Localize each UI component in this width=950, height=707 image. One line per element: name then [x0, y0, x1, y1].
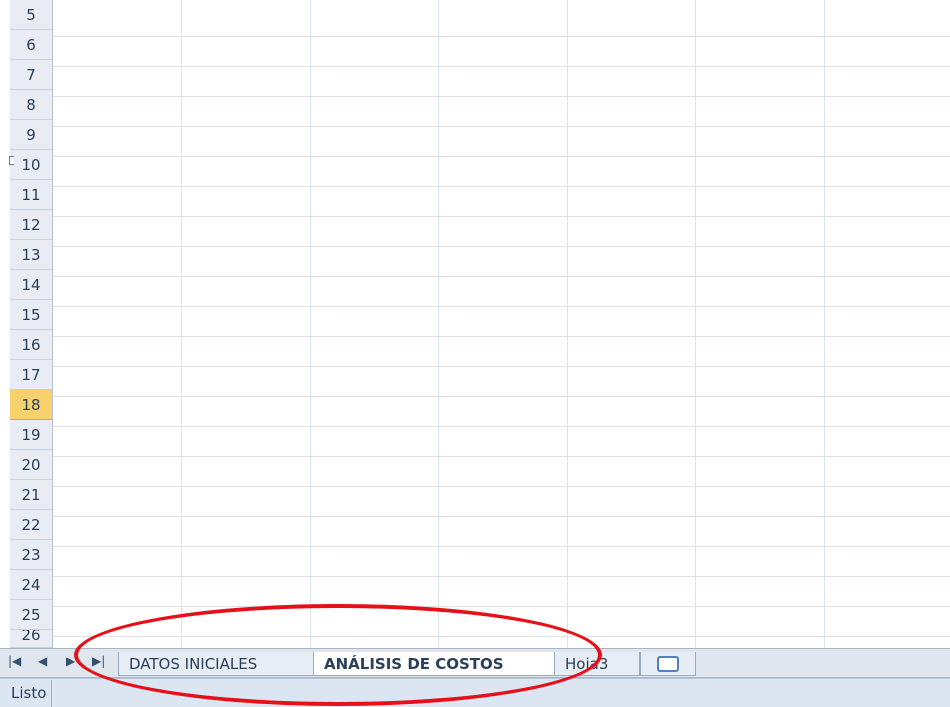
row-header-19[interactable]: 19	[10, 420, 52, 450]
row-header-16[interactable]: 16	[10, 330, 52, 360]
row-gridline	[53, 246, 950, 247]
row-header-13[interactable]: 13	[10, 240, 52, 270]
row-gridline	[53, 456, 950, 457]
row-gridline	[53, 636, 950, 637]
tab-datos-iniciales[interactable]: DATOS INICIALES	[118, 652, 314, 676]
row-gridline	[53, 426, 950, 427]
tab-analisis-de-costos[interactable]: ANÁLISIS DE COSTOS	[313, 652, 555, 676]
previous-sheet-icon[interactable]: ◀	[38, 654, 47, 668]
row-header-18[interactable]: 18	[10, 390, 52, 420]
row-header-6[interactable]: 6	[10, 30, 52, 60]
row-header-22[interactable]: 22	[10, 510, 52, 540]
row-header-14[interactable]: 14	[10, 270, 52, 300]
row-header-9[interactable]: 9	[10, 120, 52, 150]
row-gridline	[53, 186, 950, 187]
row-gridline	[53, 96, 950, 97]
row-gridline	[53, 606, 950, 607]
row-gridline	[53, 216, 950, 217]
row-header-5[interactable]: 5	[10, 0, 52, 30]
row-header-7[interactable]: 7	[10, 60, 52, 90]
row-header-10[interactable]: 10	[10, 150, 52, 180]
row-gridline	[53, 486, 950, 487]
row-header-11[interactable]: 11	[10, 180, 52, 210]
status-text: Listo	[11, 684, 47, 702]
row-gridline	[53, 576, 950, 577]
row-header-26[interactable]: 26	[10, 630, 52, 648]
column-gridline	[567, 0, 568, 648]
sheet-tab-bar: |◀ ◀ ▶ ▶| DATOS INICIALES ANÁLISIS DE CO…	[0, 648, 950, 678]
column-gridline	[824, 0, 825, 648]
row-gridline	[53, 396, 950, 397]
status-separator	[51, 680, 52, 707]
status-bar: Listo	[0, 678, 950, 707]
row-header-12[interactable]: 12	[10, 210, 52, 240]
row-gridline	[53, 126, 950, 127]
selection-marker	[9, 156, 14, 165]
row-header-24[interactable]: 24	[10, 570, 52, 600]
first-sheet-icon[interactable]: |◀	[8, 654, 21, 668]
row-gridline	[53, 66, 950, 67]
row-header-17[interactable]: 17	[10, 360, 52, 390]
row-gridline	[53, 156, 950, 157]
row-gridline	[53, 276, 950, 277]
next-sheet-icon[interactable]: ▶	[66, 654, 75, 668]
row-header-25[interactable]: 25	[10, 600, 52, 630]
spreadsheet-grid[interactable]: 5 6 7 8 9 10 11 12 13 14 15 16 17 18 19 …	[0, 0, 950, 648]
row-gridline	[53, 36, 950, 37]
column-gridline	[695, 0, 696, 648]
insert-sheet-button[interactable]	[640, 652, 696, 676]
tab-hoja3[interactable]: Hoja3	[554, 652, 640, 676]
row-header-20[interactable]: 20	[10, 450, 52, 480]
row-header-23[interactable]: 23	[10, 540, 52, 570]
last-sheet-icon[interactable]: ▶|	[92, 654, 105, 668]
row-header-8[interactable]: 8	[10, 90, 52, 120]
row-header-15[interactable]: 15	[10, 300, 52, 330]
row-gridline	[53, 546, 950, 547]
row-header-21[interactable]: 21	[10, 480, 52, 510]
row-gridline	[53, 366, 950, 367]
row-gridline	[53, 336, 950, 337]
insert-sheet-icon	[657, 655, 679, 672]
column-gridline	[310, 0, 311, 648]
column-gridline	[438, 0, 439, 648]
row-gridline	[53, 516, 950, 517]
row-gridline	[53, 306, 950, 307]
column-gridline	[181, 0, 182, 648]
